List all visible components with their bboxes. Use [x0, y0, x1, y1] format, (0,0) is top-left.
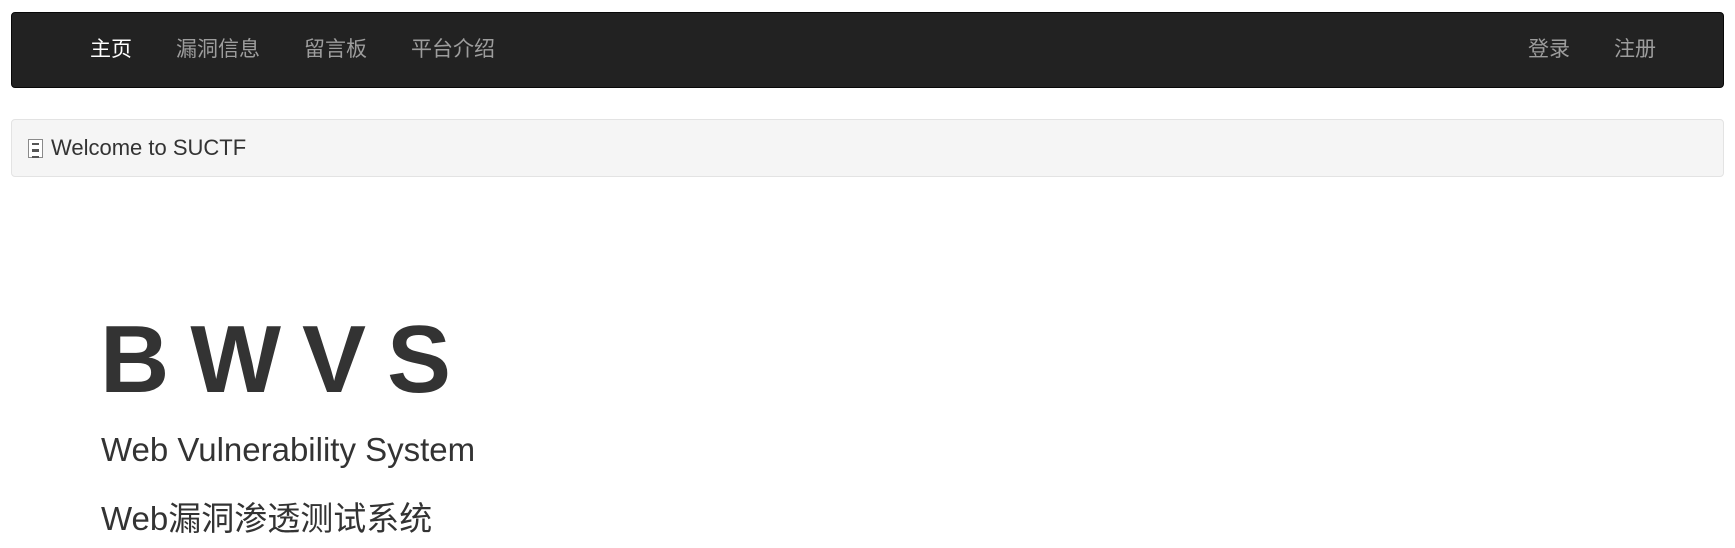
nav-vulnerability-info-link[interactable]: 漏洞信息: [154, 13, 282, 87]
hero-title: BWVS: [100, 306, 472, 413]
nav-message-board-link[interactable]: 留言板: [282, 13, 389, 87]
page: 主页 漏洞信息 留言板 平台介绍 登录 注册 Welcome to SUCTF …: [0, 0, 1735, 548]
nav-home-link[interactable]: 主页: [68, 13, 154, 87]
nav-login-link[interactable]: 登录: [1506, 13, 1592, 87]
welcome-breadcrumb: Welcome to SUCTF: [11, 119, 1724, 177]
nav-platform-intro-link[interactable]: 平台介绍: [389, 13, 517, 87]
nav-right-menu: 登录 注册: [1506, 13, 1678, 87]
top-navbar: 主页 漏洞信息 留言板 平台介绍 登录 注册: [11, 12, 1724, 88]
nav-left-menu: 主页 漏洞信息 留言板 平台介绍: [68, 13, 517, 87]
hero-subtitle-chinese: Web漏洞渗透测试系统: [101, 500, 433, 537]
hero-subtitle-english: Web Vulnerability System: [101, 431, 476, 468]
nav-register-link[interactable]: 注册: [1592, 13, 1678, 87]
broken-image-icon: [28, 138, 43, 158]
welcome-text: Welcome to SUCTF: [51, 135, 247, 160]
